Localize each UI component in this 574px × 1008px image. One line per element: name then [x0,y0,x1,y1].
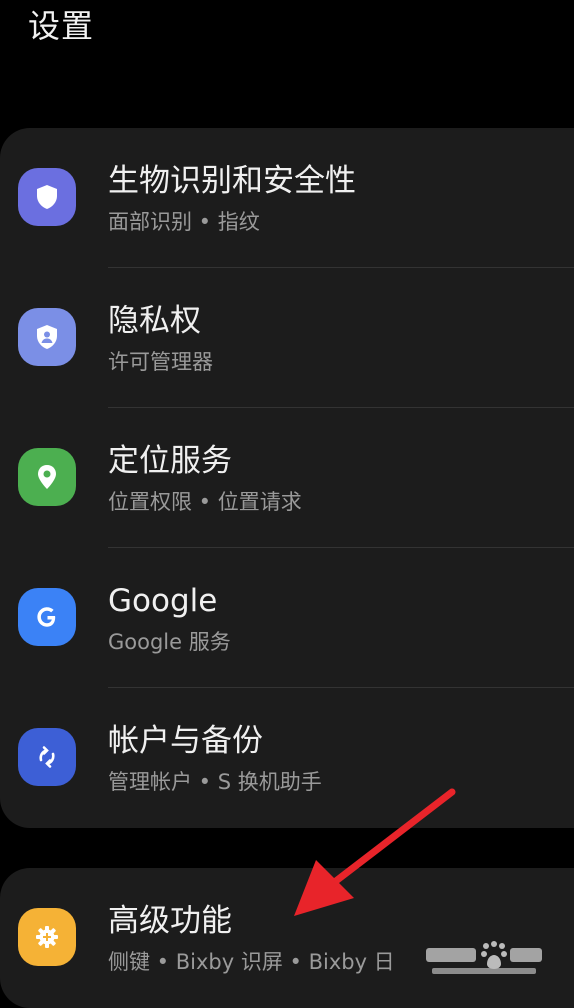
page-title: 设置 [28,7,95,45]
setting-item-google[interactable]: Google Google 服务 [0,548,574,688]
setting-item-title: 隐私权 [108,303,201,339]
setting-item-subtitle: 面部识别 • 指纹 [108,210,260,234]
setting-item-title: 定位服务 [108,443,232,479]
setting-item-accounts-backup[interactable]: 帐户与备份 管理帐户 • S 换机助手 [0,688,574,828]
setting-item-subtitle: Google 服务 [108,630,231,654]
setting-item-biometrics-security[interactable]: 生物识别和安全性 面部识别 • 指纹 [0,128,574,268]
google-icon [18,588,76,646]
setting-item-privacy[interactable]: 隐私权 许可管理器 [0,268,574,408]
privacy-shield-icon [18,308,76,366]
location-pin-icon [18,448,76,506]
advanced-group: 高级功能 侧键 • Bixby 识屏 • Bixby 日 [0,868,574,1008]
sync-icon [18,728,76,786]
setting-item-location[interactable]: 定位服务 位置权限 • 位置请求 [0,408,574,548]
setting-item-subtitle: 侧键 • Bixby 识屏 • Bixby 日 [108,950,395,974]
setting-item-advanced-features[interactable]: 高级功能 侧键 • Bixby 识屏 • Bixby 日 [0,868,574,1008]
setting-item-title: Google [108,583,218,619]
setting-item-title: 高级功能 [108,903,232,939]
setting-item-title: 帐户与备份 [108,723,263,759]
setting-item-subtitle: 位置权限 • 位置请求 [108,490,302,514]
setting-item-subtitle: 许可管理器 [108,350,213,374]
shield-icon [18,168,76,226]
setting-item-title: 生物识别和安全性 [108,163,356,199]
setting-item-subtitle: 管理帐户 • S 换机助手 [108,770,322,794]
gear-plus-icon [18,908,76,966]
settings-group: 生物识别和安全性 面部识别 • 指纹 隐私权 许可管理器 定位服务 位置权限 •… [0,128,574,828]
